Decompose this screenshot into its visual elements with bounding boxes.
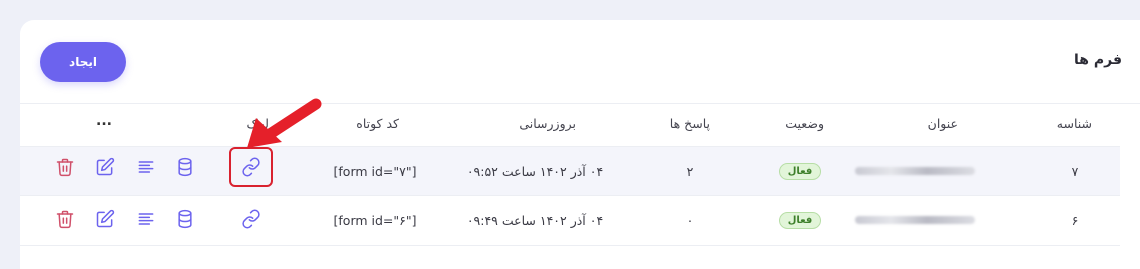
arrow-icon [242,96,332,160]
table-row: ۶ فعال ۰ ۰۴ آذر ۱۴۰۲ ساعت ۰۹:۴۹ [form id… [20,196,1120,246]
row-shortcode: [form id="۶"] [333,212,417,228]
column-header-id: شناسه [1056,116,1092,131]
list-icon[interactable] [133,154,159,180]
row-responses: ۰ [686,212,694,228]
list-icon[interactable] [133,206,159,232]
status-badge: فعال [760,147,840,195]
database-icon[interactable] [172,154,198,180]
database-icon[interactable] [172,206,198,232]
row-title-blurred [850,196,980,244]
trash-icon[interactable] [52,206,78,232]
card-header: فرم ها ایجاد [20,20,1140,104]
column-header-more[interactable]: ... [96,113,112,129]
column-header-title: عنوان [927,116,958,131]
status-badge: فعال [760,196,840,244]
trash-icon[interactable] [52,154,78,180]
column-header-status: وضعیت [785,116,824,131]
column-header-updated: بروزرسانی [519,116,576,131]
edit-icon[interactable] [92,154,118,180]
row-id: ۷ [1071,163,1079,179]
row-shortcode: [form id="۷"] [333,163,417,179]
table-row: ۷ فعال ۲ ۰۴ آذر ۱۴۰۲ ساعت ۰۹:۵۲ [form id… [20,146,1120,196]
row-updated: ۰۴ آذر ۱۴۰۲ ساعت ۰۹:۵۲ [466,163,604,179]
edit-icon[interactable] [92,206,118,232]
link-icon[interactable] [238,206,264,232]
column-header-shortcode: کد کوتاه [356,116,399,131]
row-id: ۶ [1071,212,1079,228]
row-responses: ۲ [686,163,694,179]
row-title-blurred [850,147,980,195]
column-header-responses: پاسخ ها [669,116,710,131]
row-updated: ۰۴ آذر ۱۴۰۲ ساعت ۰۹:۴۹ [466,212,604,228]
create-button[interactable]: ایجاد [40,42,126,82]
page-title: فرم ها [1074,52,1122,68]
